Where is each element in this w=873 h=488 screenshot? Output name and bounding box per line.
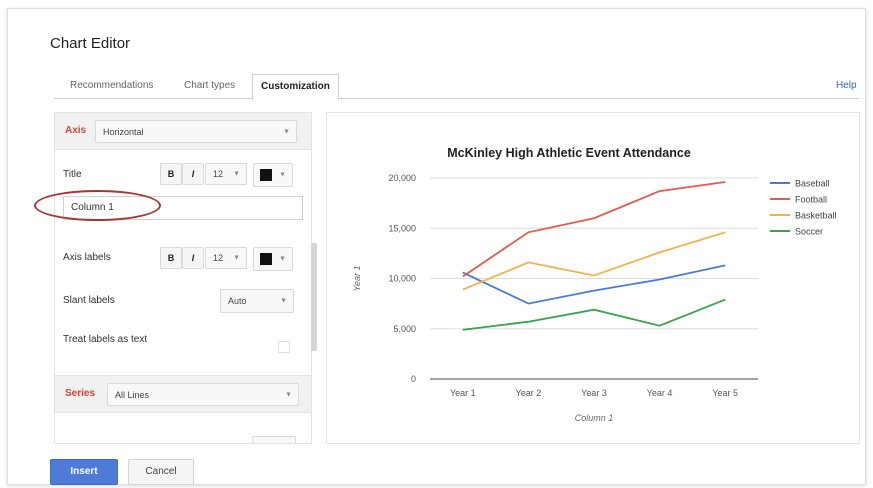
axis-section-header: Axis Horizontal ▼ bbox=[55, 113, 311, 150]
insert-button[interactable]: Insert bbox=[50, 459, 118, 485]
axis-labels-label: Axis labels bbox=[63, 252, 111, 263]
slant-labels-label: Slant labels bbox=[63, 295, 115, 306]
series-section-header: Series All Lines ▼ bbox=[55, 375, 311, 413]
x-tick-label: Year 4 bbox=[647, 388, 673, 398]
y-tick-label: 10,000 bbox=[388, 274, 416, 284]
chevron-down-icon: ▼ bbox=[283, 128, 290, 135]
treat-labels-checkbox[interactable] bbox=[278, 341, 290, 353]
line-chart: McKinley High Athletic Event Attendance 0… bbox=[352, 146, 837, 423]
tab-chart-types[interactable]: Chart types bbox=[176, 74, 243, 98]
chevron-down-icon: ▼ bbox=[279, 171, 286, 179]
chart-preview: McKinley High Athletic Event Attendance 0… bbox=[326, 112, 860, 444]
treat-labels-label: Treat labels as text bbox=[63, 334, 148, 345]
series-dropdown[interactable]: All Lines ▼ bbox=[107, 383, 299, 406]
slant-labels-dropdown[interactable]: Auto ▼ bbox=[220, 289, 294, 313]
y-axis-title: Year 1 bbox=[352, 265, 362, 291]
chart-title: McKinley High Athletic Event Attendance bbox=[447, 146, 691, 160]
color-swatch bbox=[260, 253, 272, 265]
axis-dropdown[interactable]: Horizontal ▼ bbox=[95, 120, 297, 143]
panel-scrollbar[interactable] bbox=[311, 243, 317, 351]
y-tick-label: 20,000 bbox=[388, 173, 416, 183]
legend-label-soccer: Soccer bbox=[795, 227, 823, 237]
tab-recommendations[interactable]: Recommendations bbox=[62, 74, 161, 98]
axis-labels-bold-button[interactable]: B bbox=[160, 247, 182, 269]
x-tick-label: Year 5 bbox=[712, 388, 738, 398]
series-extra-dropdown[interactable] bbox=[252, 436, 296, 443]
cancel-button[interactable]: Cancel bbox=[128, 459, 194, 485]
chevron-down-icon: ▼ bbox=[280, 297, 287, 305]
series-label: Series bbox=[65, 388, 96, 399]
y-tick-label: 0 bbox=[411, 374, 416, 384]
series-line-football bbox=[462, 181, 726, 278]
axis-dropdown-value: Horizontal bbox=[103, 126, 144, 137]
y-tick-label: 15,000 bbox=[388, 223, 416, 233]
chevron-down-icon: ▼ bbox=[233, 254, 240, 262]
chevron-down-icon: ▼ bbox=[285, 391, 292, 398]
customization-panel: Axis Horizontal ▼ Title B I 12 ▼ ▼ Colum… bbox=[54, 112, 312, 444]
axis-labels-italic-button[interactable]: I bbox=[182, 247, 204, 269]
bold-button[interactable]: B bbox=[160, 163, 182, 185]
title-font-size-dropdown[interactable]: 12 ▼ bbox=[205, 163, 247, 185]
title-color-dropdown[interactable]: ▼ bbox=[253, 163, 293, 187]
legend-label-basketball: Basketball bbox=[795, 211, 837, 221]
series-line-soccer bbox=[462, 298, 726, 331]
legend-label-baseball: Baseball bbox=[795, 179, 830, 189]
tab-bar: Recommendations Chart types Customizatio… bbox=[54, 74, 859, 100]
x-axis-title: Column 1 bbox=[575, 413, 614, 423]
title-label: Title bbox=[63, 169, 82, 180]
color-swatch bbox=[260, 169, 272, 181]
chevron-down-icon: ▼ bbox=[279, 255, 286, 263]
axis-label: Axis bbox=[65, 125, 87, 136]
italic-button[interactable]: I bbox=[182, 163, 204, 185]
x-tick-label: Year 1 bbox=[450, 388, 476, 398]
y-tick-label: 5,000 bbox=[393, 324, 416, 334]
axis-labels-font-size-dropdown[interactable]: 12 ▼ bbox=[205, 247, 247, 269]
legend-label-football: Football bbox=[795, 195, 827, 205]
chevron-down-icon: ▼ bbox=[233, 170, 240, 178]
series-line-basketball bbox=[462, 231, 726, 291]
highlight-ellipse bbox=[34, 190, 161, 221]
axis-labels-color-dropdown[interactable]: ▼ bbox=[253, 247, 293, 271]
series-line-baseball bbox=[462, 264, 726, 305]
x-tick-label: Year 3 bbox=[581, 388, 607, 398]
series-dropdown-value: All Lines bbox=[115, 389, 150, 400]
x-tick-label: Year 2 bbox=[516, 388, 542, 398]
dialog-title: Chart Editor bbox=[50, 35, 131, 52]
tab-customization[interactable]: Customization bbox=[252, 74, 339, 100]
